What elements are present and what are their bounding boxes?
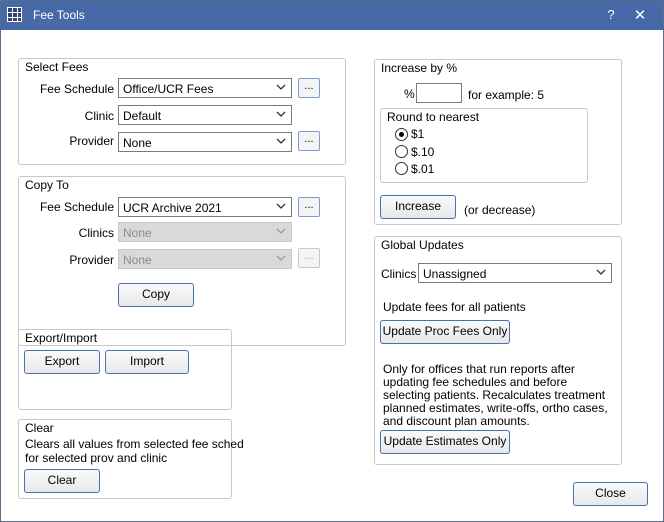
clinic-label: Clinic [84,109,114,123]
round-option-10-label: $.10 [411,145,435,159]
percent-label: % [404,87,415,101]
copy-clinics-label: Clinics [78,226,114,240]
copy-provider-picker-button: ... [298,248,320,268]
copy-clinics-value: None [123,226,152,240]
copy-fee-schedule-value: UCR Archive 2021 [123,201,222,215]
window-title: Fee Tools [33,8,85,22]
app-grid-icon [7,7,22,22]
percent-input[interactable] [416,83,462,103]
chevron-down-icon [276,110,286,118]
provider-picker-button[interactable]: ... [298,131,320,151]
increase-button[interactable]: Increase [380,195,456,219]
round-radio-10[interactable] [395,145,408,158]
title-bar: Fee Tools ? ✕ [1,1,663,30]
chevron-down-icon [596,268,606,276]
global-clinics-select[interactable]: Unassigned [418,263,612,283]
help-button[interactable]: ? [599,7,623,25]
round-group: Round to nearest $1 $.10 $.01 [380,108,588,183]
import-button[interactable]: Import [105,350,189,374]
decrease-note: (or decrease) [464,203,536,217]
chevron-down-icon [276,227,286,235]
close-button[interactable]: Close [573,482,648,506]
chevron-down-icon [276,83,286,91]
copy-provider-select: None [118,249,292,269]
copy-provider-label: Provider [69,253,114,267]
copy-fee-schedule-picker-button[interactable]: ... [298,197,320,217]
round-option-01-label: $.01 [411,162,435,176]
update-fees-text: Update fees for all patients [383,300,526,314]
clinic-select[interactable]: Default [118,105,292,125]
update-estimates-button[interactable]: Update Estimates Only [380,430,510,454]
chevron-down-icon [276,254,286,262]
copy-button[interactable]: Copy [118,283,194,307]
global-clinics-value: Unassigned [423,267,487,281]
clinic-value: Default [123,109,162,123]
round-radio-01[interactable] [395,162,408,175]
copy-provider-value: None [123,253,152,267]
clear-description-line-2: for selected prov and clinic [25,451,168,465]
fee-schedule-picker-button[interactable]: ... [298,78,320,98]
provider-select[interactable]: None [118,132,292,152]
chevron-down-icon [276,202,286,210]
increase-group: Increase by % % for example: 5 Round to … [374,59,622,225]
copy-fee-schedule-select[interactable]: UCR Archive 2021 [118,197,292,217]
global-clinics-label: Clinics [381,267,417,281]
fee-schedule-label: Fee Schedule [39,82,114,96]
fee-schedule-select[interactable]: Office/UCR Fees [118,78,292,98]
export-button[interactable]: Export [24,350,100,374]
global-updates-group: Global Updates Clinics Unassigned Update… [374,236,622,465]
offices-description: Only for offices that run reports after … [383,363,613,428]
copy-to-title: Copy To [25,178,69,192]
clear-group: Clear Clears all values from selected fe… [18,419,244,499]
round-radio-1[interactable] [395,128,408,141]
global-updates-title: Global Updates [381,238,464,252]
update-proc-fees-button[interactable]: Update Proc Fees Only [380,320,510,344]
round-title: Round to nearest [387,110,480,124]
copy-fee-schedule-label: Fee Schedule [39,200,114,214]
export-import-title: Export/Import [25,331,98,345]
percent-example: for example: 5 [468,88,545,102]
clear-title: Clear [25,421,54,435]
dialog-body: Select Fees Fee Schedule Office/UCR Fees… [1,30,663,521]
round-option-1-label: $1 [411,127,425,141]
close-icon[interactable]: ✕ [628,6,652,26]
copy-to-group: Copy To Fee Schedule UCR Archive 2021 ..… [18,176,346,346]
select-fees-group: Select Fees Fee Schedule Office/UCR Fees… [18,58,346,165]
clear-button[interactable]: Clear [24,469,100,493]
select-fees-title: Select Fees [25,60,89,74]
increase-title: Increase by % [381,61,458,75]
fee-schedule-value: Office/UCR Fees [123,82,214,96]
fee-tools-window: Fee Tools ? ✕ Select Fees Fee Schedule O… [0,0,664,522]
export-import-group: Export/Import Export Import [18,329,232,410]
provider-value: None [123,136,152,150]
offices-description-line-5: and discount plan amounts. [383,414,530,428]
clear-description-line-1: Clears all values from selected fee sche… [25,437,244,451]
provider-label: Provider [69,134,114,148]
chevron-down-icon [276,137,286,145]
copy-clinics-select: None [118,222,292,242]
